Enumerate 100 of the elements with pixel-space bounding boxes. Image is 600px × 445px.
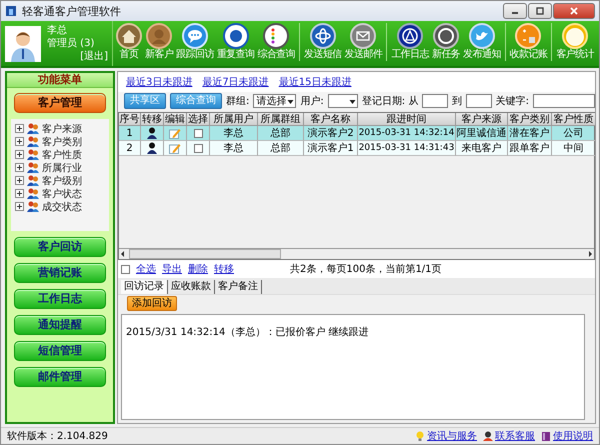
- checkbox[interactable]: [194, 144, 202, 152]
- table-cell: 跟单客户: [508, 141, 552, 156]
- column-header[interactable]: 序号: [119, 113, 141, 126]
- toolbar-button[interactable]: 新客户: [144, 23, 174, 61]
- keyword-field[interactable]: [533, 94, 595, 108]
- dot-icon: [222, 23, 249, 49]
- menu-button[interactable]: 短信管理: [14, 341, 106, 361]
- expand-icon[interactable]: [15, 176, 24, 185]
- logout-link[interactable]: [退出]: [80, 50, 108, 63]
- toolbar-button[interactable]: 发送短信: [303, 23, 343, 61]
- table-row[interactable]: 1 李总 总部 演示客户2 2015-03-31 14:32:14 阿里诚信通 潜在客户 公司: [119, 126, 594, 141]
- people-icon: [27, 201, 39, 212]
- menu-button[interactable]: 营销记账: [14, 263, 106, 283]
- person-icon[interactable]: [147, 142, 157, 154]
- column-header[interactable]: 所属用户: [210, 113, 258, 126]
- chat-icon: [182, 23, 208, 49]
- column-header[interactable]: 编辑: [164, 113, 187, 126]
- action-link[interactable]: 全选: [136, 262, 156, 276]
- status-link[interactable]: 联系客服: [495, 429, 535, 443]
- quick-link[interactable]: 最近3日未跟进: [126, 75, 192, 89]
- toolbar-button[interactable]: 收款记账: [508, 23, 548, 61]
- action-link[interactable]: 删除: [188, 262, 208, 276]
- column-header[interactable]: 客户性质: [552, 113, 595, 126]
- expand-icon[interactable]: [15, 137, 24, 146]
- tree-item[interactable]: 客户性质: [42, 148, 82, 162]
- add-button[interactable]: 添加回访: [127, 296, 177, 311]
- group-select[interactable]: 请选择: [253, 94, 296, 108]
- tree-item[interactable]: 客户状态: [42, 186, 82, 200]
- table-row[interactable]: 2 李总 总部 演示客户1 2015-03-31 14:31:43 来电客户 跟单客户 中间: [119, 141, 594, 156]
- user-name: 李总: [47, 24, 68, 37]
- menu-button[interactable]: 客户管理: [14, 93, 106, 113]
- toolbar-button[interactable]: 发布通知: [462, 23, 502, 61]
- column-header[interactable]: 跟进时间: [358, 113, 456, 126]
- action-link[interactable]: 导出: [162, 262, 182, 276]
- column-header[interactable]: 选择: [187, 113, 210, 126]
- tree-item[interactable]: 客户类别: [42, 134, 82, 148]
- tree-item[interactable]: 客户级别: [42, 174, 82, 188]
- date-to-field[interactable]: [466, 94, 492, 108]
- expand-icon[interactable]: [15, 189, 24, 198]
- menu-title: 功能菜单: [7, 73, 113, 88]
- minimize-button[interactable]: [503, 3, 527, 19]
- action-link[interactable]: 转移: [214, 262, 234, 276]
- close-button[interactable]: [553, 3, 595, 19]
- maximize-button[interactable]: [528, 3, 552, 19]
- column-header[interactable]: 所属群组: [258, 113, 304, 126]
- menu-button[interactable]: 客户回访: [14, 237, 106, 257]
- toolbar-button[interactable]: 首页: [115, 23, 143, 61]
- tab[interactable]: 应收账款: [168, 280, 215, 294]
- person-icon: [483, 431, 493, 441]
- expand-icon[interactable]: [15, 202, 24, 211]
- column-header[interactable]: 转移: [141, 113, 164, 126]
- user-select[interactable]: [328, 94, 358, 108]
- menu-button[interactable]: 邮件管理: [14, 367, 106, 387]
- status-link[interactable]: 资讯与服务: [427, 429, 477, 443]
- window-title: 轻客通客户管理软件: [22, 4, 121, 18]
- table-cell: 总部: [258, 141, 304, 156]
- tree-item[interactable]: 客户来源: [42, 122, 82, 136]
- status-link[interactable]: 使用说明: [553, 429, 593, 443]
- app-icon: [5, 5, 17, 17]
- table-cell: 李总: [210, 141, 258, 156]
- table-cell: 来电客户: [456, 141, 508, 156]
- scroll-left-icon[interactable]: [119, 250, 127, 258]
- date-from-field[interactable]: [422, 94, 448, 108]
- tab[interactable]: 回访记录: [121, 280, 168, 294]
- toolbar-button[interactable]: 工作日志: [390, 23, 430, 61]
- toolbar-button[interactable]: 跟踪回访: [175, 23, 215, 61]
- tree-item[interactable]: 成交状态: [42, 200, 82, 214]
- toolbar-button[interactable]: 客户统计: [555, 23, 595, 61]
- checkbox[interactable]: [194, 128, 202, 138]
- quick-link[interactable]: 最近15日未跟进: [278, 75, 352, 89]
- menu-button[interactable]: 工作日志: [14, 289, 106, 309]
- toolbar-button[interactable]: 重复查询: [216, 23, 256, 61]
- person-icon: [146, 23, 172, 49]
- column-header[interactable]: 客户类别: [508, 113, 552, 126]
- expand-icon[interactable]: [15, 150, 24, 159]
- field-label: 登记日期: 从: [362, 94, 418, 108]
- column-header[interactable]: 客户名称: [304, 113, 358, 126]
- book-icon: [541, 431, 551, 441]
- people-icon: [27, 188, 39, 199]
- expand-icon[interactable]: [15, 124, 24, 133]
- expand-icon[interactable]: [15, 163, 24, 172]
- horizontal-scrollbar[interactable]: [119, 248, 594, 259]
- avatar-icon: [5, 26, 41, 62]
- quick-link[interactable]: 最近7日未跟进: [202, 75, 269, 89]
- toolbar-button[interactable]: 发送邮件: [344, 23, 384, 61]
- menu-button[interactable]: 通知提醒: [14, 315, 106, 335]
- column-header[interactable]: 客户来源: [456, 113, 508, 126]
- toolbar-button[interactable]: 新任务: [430, 23, 462, 61]
- people-icon: [27, 123, 39, 134]
- toolbar-button[interactable]: 综合查询: [256, 23, 296, 61]
- person-icon[interactable]: [147, 127, 157, 139]
- tab[interactable]: 客户备注: [215, 280, 262, 294]
- tree-item[interactable]: 所属行业: [42, 160, 82, 174]
- checkbox[interactable]: [121, 264, 130, 274]
- table-cell: 2: [119, 141, 141, 156]
- bulb-icon: [415, 431, 425, 441]
- maximize-icon: [536, 7, 544, 15]
- table-cell: 演示客户1: [304, 141, 358, 156]
- scroll-right-icon[interactable]: [586, 250, 594, 258]
- dots-icon: [263, 23, 290, 49]
